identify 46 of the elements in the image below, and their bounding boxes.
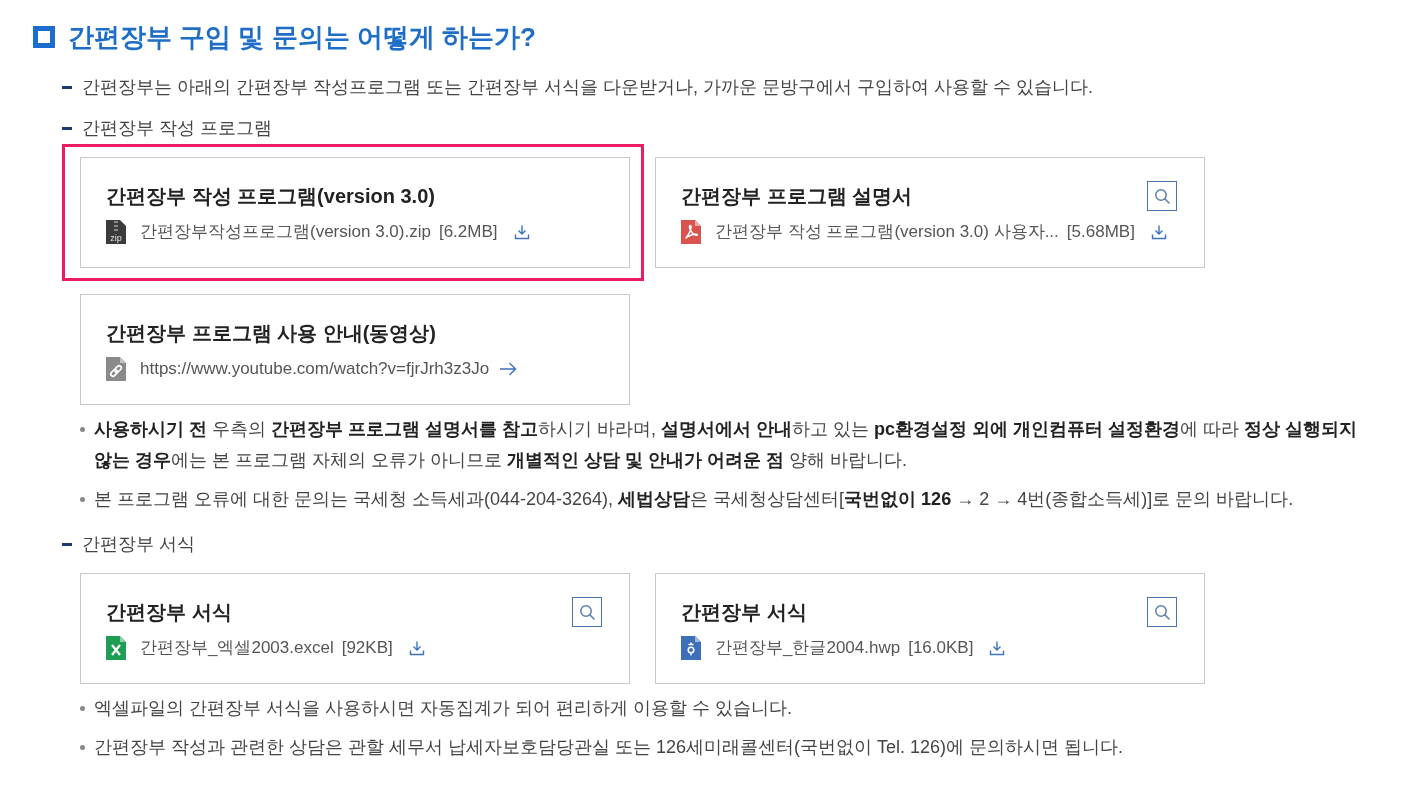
text-document-icon	[681, 636, 701, 660]
dash-icon	[62, 85, 72, 89]
file-name-link[interactable]: 간편장부 작성 프로그램(version 3.0) 사용자...	[715, 220, 1059, 244]
search-icon	[1154, 188, 1170, 204]
download-icon[interactable]	[513, 224, 530, 240]
download-icon[interactable]	[989, 640, 1006, 656]
archive-file-icon: zip	[106, 220, 126, 244]
page-title: 간편장부 구입 및 문의는 어떻게 하는가?	[68, 21, 536, 54]
list-text: 간편장부는 아래의 간편장부 작성프로그램 또는 간편장부 서식을 다운받거나, 가까운 문방구에서 구입하여 사용할 수 있습니다.	[82, 76, 1093, 99]
file-name-link[interactable]: 간편장부_한글2004.hwp	[715, 636, 901, 660]
card-title: 간편장부 서식	[681, 600, 807, 625]
spreadsheet-file-icon	[106, 636, 126, 660]
download-icon[interactable]	[408, 640, 425, 656]
note-text: 간편장부 작성과 관련한 상담은 관할 세무서 납세자보호담당관실 또는 126세미래콜센터(국번없이 Tel. 126)에 문의하시면 됩니다.	[94, 736, 1124, 759]
bullet-icon	[80, 427, 85, 432]
list-text: 간편장부 서식	[82, 533, 195, 556]
square-icon	[33, 26, 55, 48]
note-text: 엑셀파일의 간편장부 서식을 사용하시면 자동집계가 되어 편리하게 이용할 수 있습니다.	[94, 697, 792, 720]
bullet-icon	[80, 497, 85, 502]
document-icon	[681, 220, 701, 244]
card-title: 간편장부 프로그램 설명서	[681, 184, 913, 209]
search-icon	[1154, 604, 1170, 620]
dash-icon	[62, 126, 72, 130]
download-icon[interactable]	[1150, 224, 1167, 240]
file-name-link[interactable]: https://www.youtube.com/watch?v=fjrJrh3z3Jo	[140, 357, 490, 381]
search-button[interactable]	[572, 597, 602, 627]
card-title: 간편장부 작성 프로그램(version 3.0)	[106, 184, 435, 209]
note-text: 본 프로그램 오류에 대한 문의는 국세청 소득세과(044-204-3264), 세법상담은 국세청상담센터[국번없이 126 → 2 → 4번(종합소득세)]로 문의 바랍니다.	[94, 488, 1294, 511]
file-size: [5.68MB]	[1066, 221, 1135, 243]
link-file-icon	[106, 357, 126, 381]
bullet-icon	[80, 706, 85, 711]
card-title: 간편장부 서식	[106, 600, 232, 625]
dash-icon	[62, 542, 72, 546]
note-text: 사용하시기 전 우측의 간편장부 프로그램 설명서를 참고하시기 바라며, 설명서에서 안내하고 있는 pc환경설정 외에 개인컴퓨터 설정환경에 따라 정상 실행되지 않는 경우에는 본 프로그램 자체의 오류가 아니므로 개별적인 상담 및 안내가 어려운 점 양해 바랍니다.	[94, 418, 1359, 472]
bullet-icon	[80, 745, 85, 750]
file-size: [16.0KB]	[908, 637, 974, 659]
card-title: 간편장부 프로그램 사용 안내(동영상)	[106, 321, 436, 346]
search-button[interactable]	[1147, 181, 1177, 211]
file-size: [6.2MB]	[438, 221, 498, 243]
file-name-link[interactable]: 간편장부작성프로그램(version 3.0).zip	[140, 220, 431, 244]
arrow-right-icon[interactable]	[499, 362, 518, 376]
file-size: [92KB]	[341, 637, 393, 659]
list-text: 간편장부 작성 프로그램	[82, 117, 272, 140]
file-name-link[interactable]: 간편장부_엑셀2003.excel	[140, 636, 334, 660]
search-button[interactable]	[1147, 597, 1177, 627]
search-icon	[579, 604, 595, 620]
